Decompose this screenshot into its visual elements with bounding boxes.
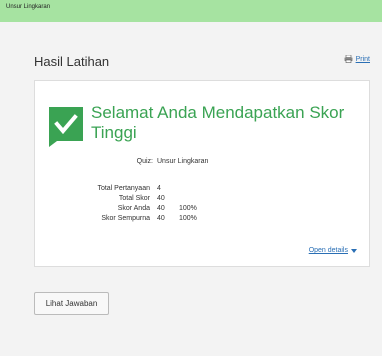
- quiz-value: Unsur Lingkaran: [157, 158, 209, 165]
- top-bar: Unsur Lingkaran: [0, 0, 382, 22]
- stat-row-total-score: Total Skor 40: [35, 195, 255, 205]
- open-details-label: Open details: [308, 247, 348, 254]
- stat-value: 40: [157, 205, 165, 212]
- page-title: Hasil Latihan: [34, 54, 110, 69]
- stat-percent: 100%: [179, 205, 197, 212]
- print-label: Print: [355, 55, 370, 63]
- result-headline: Selamat Anda Mendapatkan Skor Tinggi: [91, 103, 345, 142]
- stat-row-your-score: Skor Anda 40 100%: [35, 205, 255, 215]
- quiz-label: Quiz:: [136, 158, 153, 165]
- view-answers-button[interactable]: Lihat Jawaban: [34, 292, 109, 315]
- print-link[interactable]: Print: [344, 55, 370, 63]
- stat-value: 40: [157, 195, 165, 202]
- stat-label: Skor Anda: [117, 205, 150, 212]
- stat-value: 40: [157, 215, 165, 222]
- stat-label: Total Pertanyaan: [97, 185, 150, 192]
- stat-label: Skor Sempurna: [101, 215, 150, 222]
- topbar-title: Unsur Lingkaran: [6, 4, 51, 10]
- caret-down-icon: [351, 248, 357, 253]
- stat-label: Total Skor: [118, 195, 150, 202]
- checkmark-badge-icon: [49, 107, 83, 147]
- stat-percent: 100%: [179, 215, 197, 222]
- printer-icon: [344, 55, 353, 63]
- stat-value: 4: [157, 185, 161, 192]
- open-details-link[interactable]: Open details: [309, 247, 357, 254]
- result-card: Selamat Anda Mendapatkan Skor Tinggi Qui…: [34, 80, 370, 267]
- stat-row-perfect-score: Skor Sempurna 40 100%: [35, 215, 255, 225]
- stat-row-total-questions: Total Pertanyaan 4: [35, 185, 255, 195]
- stats-table: Total Pertanyaan 4 Total Skor 40 Skor An…: [35, 185, 255, 225]
